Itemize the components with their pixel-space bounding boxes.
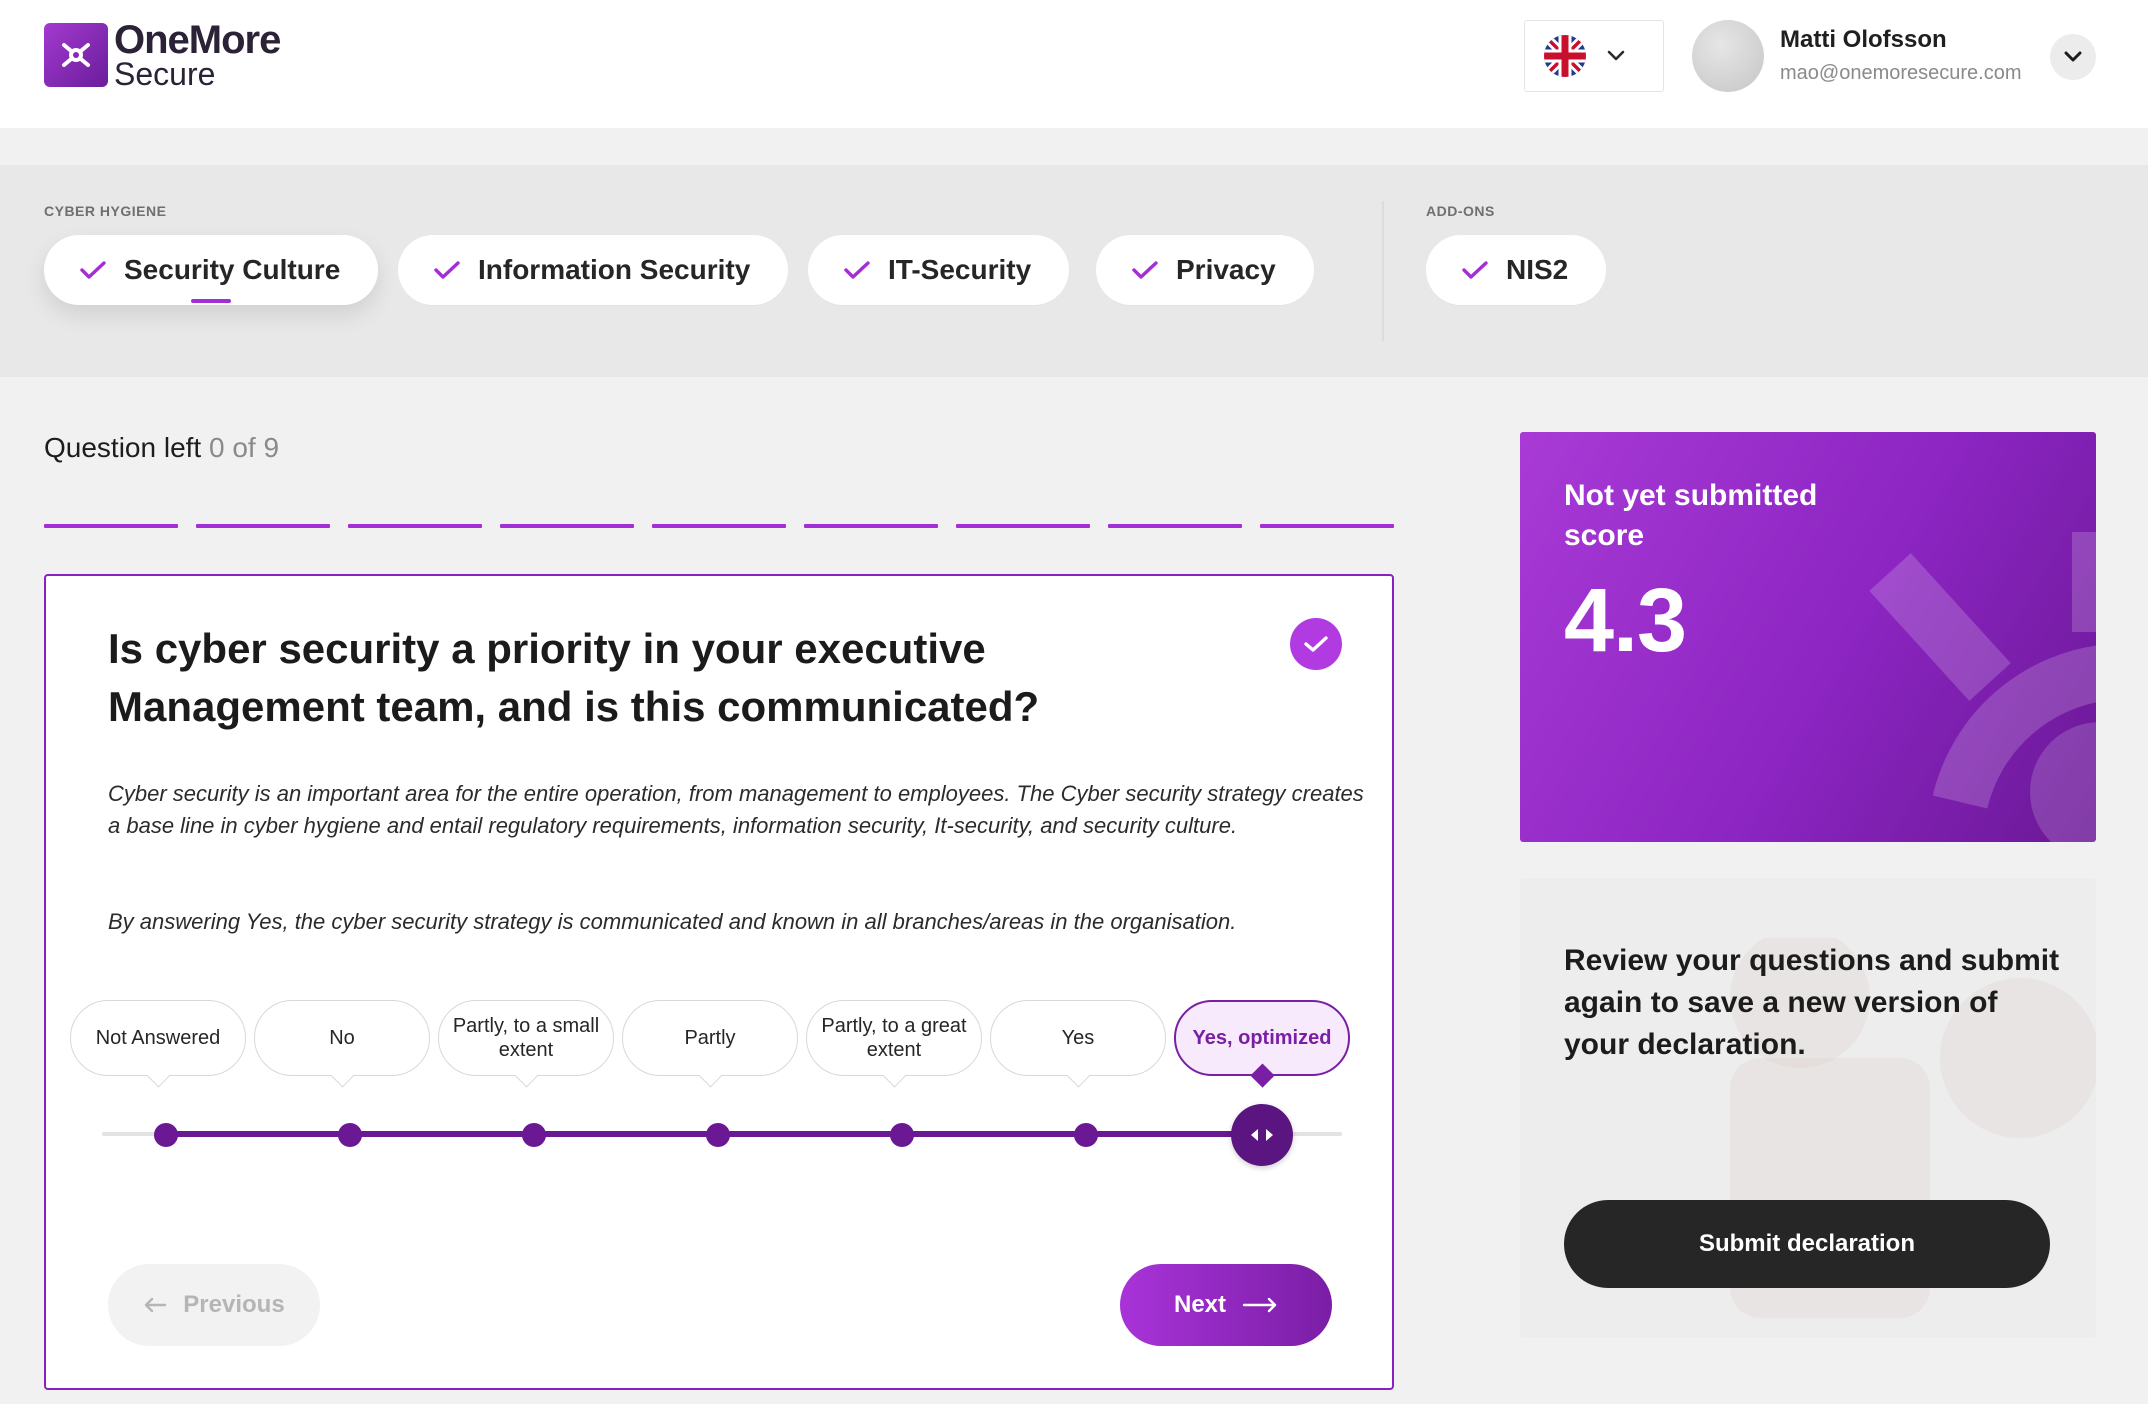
question-hint: By answering Yes, the cyber security str… <box>108 909 1237 934</box>
logo-mark-icon <box>44 23 108 87</box>
next-button[interactable]: Next <box>1120 1264 1332 1346</box>
progress-segment[interactable] <box>956 524 1090 528</box>
tab-label: Security Culture <box>124 254 341 285</box>
slider-step[interactable] <box>890 1123 914 1147</box>
tab-label: IT-Security <box>888 254 1032 285</box>
question-title: Is cyber security a priority in your exe… <box>108 625 1040 730</box>
tab-label: NIS2 <box>1506 254 1569 285</box>
next-label: Next <box>1173 1291 1227 1318</box>
progress-segment[interactable] <box>348 524 482 528</box>
slider-step[interactable] <box>154 1123 178 1147</box>
language-selector[interactable] <box>1524 20 1664 92</box>
review-instructions: Review your questions and submit again t… <box>1564 944 2060 1061</box>
progress-segment[interactable] <box>804 524 938 528</box>
tab-security-culture[interactable]: Security Culture <box>44 235 379 305</box>
progress-segment[interactable] <box>652 524 786 528</box>
logo-text-bottom: Secure <box>114 56 216 92</box>
check-icon <box>844 261 870 279</box>
score-card: Not yet submitted score 4.3 <box>1520 432 2096 842</box>
progress-segment[interactable] <box>1108 524 1242 528</box>
chevron-down-icon <box>1607 50 1625 61</box>
previous-button[interactable]: Previous <box>108 1264 320 1346</box>
answer-option-selected[interactable]: Yes, optimized <box>1174 1000 1350 1076</box>
tab-label: Privacy <box>1176 254 1276 285</box>
category-divider <box>1382 201 1384 341</box>
questions-left-count: 0 of 9 <box>208 432 280 463</box>
slider-step[interactable] <box>1074 1123 1098 1147</box>
score-value: 4.3 <box>1564 571 1687 671</box>
review-card: Review your questions and submit again t… <box>1520 878 2096 1338</box>
check-icon <box>434 261 460 279</box>
user-menu-button[interactable] <box>2050 34 2096 80</box>
user-name: Matti Olofsson <box>1780 26 1947 53</box>
question-card: Is cyber security a priority in your exe… <box>44 574 1394 1390</box>
chevron-down-icon <box>2064 51 2082 62</box>
score-label: Not yet submitted score <box>1564 479 1818 552</box>
answer-option[interactable]: Partly, to a great extent <box>806 1000 982 1076</box>
cyber-hygiene-label: CYBER HYGIENE <box>44 203 167 219</box>
drag-arrows-icon <box>1251 1129 1273 1141</box>
logo-text-top: OneMore <box>114 18 281 62</box>
decorative-logo-shape <box>1869 532 2096 842</box>
tab-nis2[interactable]: NIS2 <box>1426 235 1607 305</box>
check-icon <box>80 261 106 279</box>
tab-it-security[interactable]: IT-Security <box>808 235 1070 305</box>
tab-privacy[interactable]: Privacy <box>1096 235 1314 305</box>
slider-step[interactable] <box>338 1123 362 1147</box>
question-progress-bar <box>44 524 1394 528</box>
answer-option[interactable]: Partly <box>622 1000 798 1076</box>
answered-check-icon <box>1290 618 1342 670</box>
check-icon <box>1462 261 1488 279</box>
user-email: mao@onemoresecure.com <box>1780 62 2022 84</box>
addons-label: ADD-ONS <box>1426 203 1495 219</box>
uk-flag-icon <box>1544 35 1586 77</box>
slider-thumb[interactable] <box>1231 1104 1293 1166</box>
answer-option[interactable]: Partly, to a small extent <box>438 1000 614 1076</box>
slider-step[interactable] <box>522 1123 546 1147</box>
arrow-left-icon <box>145 1297 167 1313</box>
answer-option[interactable]: Not Answered <box>70 1000 246 1076</box>
questions-left: Question left 0 of 9 <box>44 432 279 464</box>
active-tab-indicator <box>191 299 232 303</box>
answer-option[interactable]: No <box>254 1000 430 1076</box>
tab-information-security[interactable]: Information Security <box>398 235 789 305</box>
slider-step[interactable] <box>706 1123 730 1147</box>
question-description: Cyber security is an important area for … <box>108 781 1364 838</box>
answer-option[interactable]: Yes <box>990 1000 1166 1076</box>
onemore-secure-logo[interactable]: OneMore Secure <box>44 18 281 92</box>
progress-segment[interactable] <box>500 524 634 528</box>
progress-segment[interactable] <box>44 524 178 528</box>
progress-segment[interactable] <box>196 524 330 528</box>
top-header: OneMore Secure Matti Olofsson mao@onemor… <box>0 0 2148 128</box>
arrow-right-icon <box>1242 1297 1277 1313</box>
user-avatar[interactable] <box>1692 20 1764 92</box>
questions-left-label: Question left <box>44 432 202 463</box>
previous-label: Previous <box>183 1291 285 1318</box>
tab-label: Information Security <box>478 254 751 285</box>
category-bar: CYBER HYGIENE Security Culture Informati… <box>0 165 2148 377</box>
progress-segment[interactable] <box>1260 524 1394 528</box>
submit-declaration-button[interactable]: Submit declaration <box>1564 1200 2050 1288</box>
check-icon <box>1132 261 1158 279</box>
